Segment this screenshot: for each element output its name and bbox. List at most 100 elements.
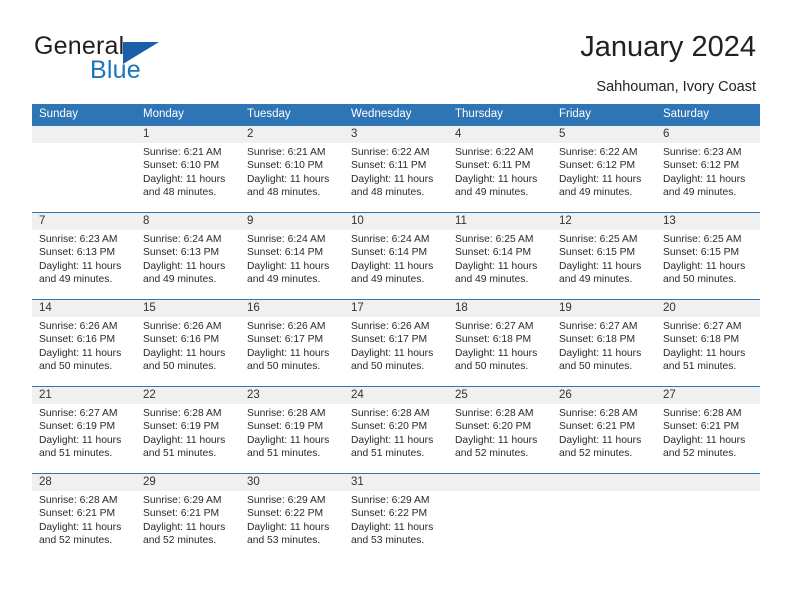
day-cell[interactable] bbox=[552, 491, 656, 553]
daylight-text-line1: Daylight: 11 hours bbox=[143, 173, 226, 185]
weekday-header-sunday: Sunday bbox=[39, 108, 79, 120]
day-cell[interactable]: Sunrise: 6:26 AM Sunset: 6:16 PM Dayligh… bbox=[136, 317, 240, 386]
daylight-text-line1: Daylight: 11 hours bbox=[39, 434, 122, 446]
daylight-text-line1: Daylight: 11 hours bbox=[39, 521, 122, 533]
day-number[interactable]: 4 bbox=[448, 126, 552, 143]
page-subtitle: Sahhouman, Ivory Coast bbox=[596, 79, 756, 95]
day-cell[interactable]: Sunrise: 6:23 AM Sunset: 6:12 PM Dayligh… bbox=[656, 143, 760, 212]
sunset-text: Sunset: 6:21 PM bbox=[143, 508, 220, 520]
day-cell[interactable]: Sunrise: 6:26 AM Sunset: 6:17 PM Dayligh… bbox=[240, 317, 344, 386]
day-number[interactable]: 31 bbox=[344, 474, 448, 491]
day-cell[interactable]: Sunrise: 6:24 AM Sunset: 6:13 PM Dayligh… bbox=[136, 230, 240, 299]
day-number[interactable]: 26 bbox=[552, 387, 656, 404]
daylight-text-line2: and 52 minutes. bbox=[39, 535, 113, 547]
day-number[interactable] bbox=[552, 474, 656, 491]
day-cell[interactable]: Sunrise: 6:22 AM Sunset: 6:11 PM Dayligh… bbox=[344, 143, 448, 212]
day-number[interactable]: 7 bbox=[32, 213, 136, 230]
day-number[interactable]: 13 bbox=[656, 213, 760, 230]
general-blue-logo[interactable]: General Blue bbox=[34, 33, 214, 89]
daylight-text-line1: Daylight: 11 hours bbox=[663, 434, 746, 446]
day-cell[interactable]: Sunrise: 6:27 AM Sunset: 6:18 PM Dayligh… bbox=[656, 317, 760, 386]
day-number[interactable]: 21 bbox=[32, 387, 136, 404]
day-number[interactable]: 10 bbox=[344, 213, 448, 230]
daylight-text-line1: Daylight: 11 hours bbox=[455, 173, 538, 185]
daylight-text-line1: Daylight: 11 hours bbox=[247, 260, 330, 272]
day-number[interactable]: 16 bbox=[240, 300, 344, 317]
day-number[interactable]: 11 bbox=[448, 213, 552, 230]
day-number[interactable]: 17 bbox=[344, 300, 448, 317]
daylight-text-line1: Daylight: 11 hours bbox=[351, 347, 434, 359]
day-number[interactable] bbox=[656, 474, 760, 491]
day-number[interactable]: 25 bbox=[448, 387, 552, 404]
day-cell[interactable]: Sunrise: 6:27 AM Sunset: 6:18 PM Dayligh… bbox=[448, 317, 552, 386]
day-number[interactable]: 9 bbox=[240, 213, 344, 230]
day-number[interactable]: 27 bbox=[656, 387, 760, 404]
day-number[interactable]: 24 bbox=[344, 387, 448, 404]
day-cell[interactable]: Sunrise: 6:25 AM Sunset: 6:15 PM Dayligh… bbox=[552, 230, 656, 299]
sunrise-text: Sunrise: 6:28 AM bbox=[351, 408, 430, 419]
day-cell[interactable]: Sunrise: 6:26 AM Sunset: 6:17 PM Dayligh… bbox=[344, 317, 448, 386]
day-cell[interactable]: Sunrise: 6:23 AM Sunset: 6:13 PM Dayligh… bbox=[32, 230, 136, 299]
day-cell[interactable] bbox=[448, 491, 552, 553]
sunrise-text: Sunrise: 6:29 AM bbox=[143, 495, 222, 506]
day-cell[interactable]: Sunrise: 6:29 AM Sunset: 6:21 PM Dayligh… bbox=[136, 491, 240, 553]
day-cell[interactable]: Sunrise: 6:22 AM Sunset: 6:12 PM Dayligh… bbox=[552, 143, 656, 212]
day-cell[interactable]: Sunrise: 6:28 AM Sunset: 6:21 PM Dayligh… bbox=[32, 491, 136, 553]
day-number[interactable]: 2 bbox=[240, 126, 344, 143]
day-number[interactable]: 5 bbox=[552, 126, 656, 143]
day-number[interactable]: 6 bbox=[656, 126, 760, 143]
day-cell[interactable]: Sunrise: 6:29 AM Sunset: 6:22 PM Dayligh… bbox=[240, 491, 344, 553]
sunset-text: Sunset: 6:19 PM bbox=[39, 421, 116, 433]
daylight-text-line1: Daylight: 11 hours bbox=[39, 347, 122, 359]
day-cell[interactable]: Sunrise: 6:28 AM Sunset: 6:19 PM Dayligh… bbox=[240, 404, 344, 473]
day-cell[interactable] bbox=[656, 491, 760, 553]
day-cell[interactable]: Sunrise: 6:26 AM Sunset: 6:16 PM Dayligh… bbox=[32, 317, 136, 386]
sunset-text: Sunset: 6:13 PM bbox=[143, 247, 220, 259]
day-number[interactable]: 3 bbox=[344, 126, 448, 143]
daylight-text-line2: and 49 minutes. bbox=[663, 187, 737, 199]
sunset-text: Sunset: 6:22 PM bbox=[351, 508, 428, 520]
day-number[interactable]: 12 bbox=[552, 213, 656, 230]
day-cell[interactable]: Sunrise: 6:22 AM Sunset: 6:11 PM Dayligh… bbox=[448, 143, 552, 212]
day-cell[interactable]: Sunrise: 6:21 AM Sunset: 6:10 PM Dayligh… bbox=[240, 143, 344, 212]
daylight-text-line1: Daylight: 11 hours bbox=[559, 173, 642, 185]
day-cell[interactable] bbox=[32, 143, 136, 212]
sunset-text: Sunset: 6:14 PM bbox=[455, 247, 532, 259]
day-number[interactable]: 18 bbox=[448, 300, 552, 317]
sunset-text: Sunset: 6:16 PM bbox=[143, 334, 220, 346]
daylight-text-line2: and 49 minutes. bbox=[455, 187, 529, 199]
day-number[interactable]: 1 bbox=[136, 126, 240, 143]
sunset-text: Sunset: 6:11 PM bbox=[351, 160, 427, 172]
day-number[interactable]: 20 bbox=[656, 300, 760, 317]
day-cell[interactable]: Sunrise: 6:25 AM Sunset: 6:15 PM Dayligh… bbox=[656, 230, 760, 299]
day-cell[interactable]: Sunrise: 6:28 AM Sunset: 6:19 PM Dayligh… bbox=[136, 404, 240, 473]
weekday-header-monday: Monday bbox=[143, 108, 184, 120]
day-cell[interactable]: Sunrise: 6:28 AM Sunset: 6:21 PM Dayligh… bbox=[552, 404, 656, 473]
day-number[interactable] bbox=[448, 474, 552, 491]
day-number[interactable]: 23 bbox=[240, 387, 344, 404]
day-cell[interactable]: Sunrise: 6:29 AM Sunset: 6:22 PM Dayligh… bbox=[344, 491, 448, 553]
day-number[interactable]: 15 bbox=[136, 300, 240, 317]
day-number[interactable]: 19 bbox=[552, 300, 656, 317]
day-cell[interactable]: Sunrise: 6:25 AM Sunset: 6:14 PM Dayligh… bbox=[448, 230, 552, 299]
daylight-text-line1: Daylight: 11 hours bbox=[663, 260, 746, 272]
day-cell[interactable]: Sunrise: 6:28 AM Sunset: 6:21 PM Dayligh… bbox=[656, 404, 760, 473]
day-cell[interactable]: Sunrise: 6:27 AM Sunset: 6:18 PM Dayligh… bbox=[552, 317, 656, 386]
day-number[interactable]: 28 bbox=[32, 474, 136, 491]
day-number[interactable]: 22 bbox=[136, 387, 240, 404]
sunrise-text: Sunrise: 6:29 AM bbox=[247, 495, 326, 506]
day-number[interactable]: 29 bbox=[136, 474, 240, 491]
day-cell[interactable]: Sunrise: 6:24 AM Sunset: 6:14 PM Dayligh… bbox=[344, 230, 448, 299]
day-cell[interactable]: Sunrise: 6:28 AM Sunset: 6:20 PM Dayligh… bbox=[344, 404, 448, 473]
daylight-text-line1: Daylight: 11 hours bbox=[143, 347, 226, 359]
sunrise-text: Sunrise: 6:21 AM bbox=[143, 147, 222, 158]
day-number[interactable] bbox=[32, 126, 136, 143]
day-cell[interactable]: Sunrise: 6:21 AM Sunset: 6:10 PM Dayligh… bbox=[136, 143, 240, 212]
day-cell[interactable]: Sunrise: 6:28 AM Sunset: 6:20 PM Dayligh… bbox=[448, 404, 552, 473]
day-number[interactable]: 30 bbox=[240, 474, 344, 491]
day-number[interactable]: 14 bbox=[32, 300, 136, 317]
day-cell[interactable]: Sunrise: 6:24 AM Sunset: 6:14 PM Dayligh… bbox=[240, 230, 344, 299]
sunset-text: Sunset: 6:18 PM bbox=[559, 334, 636, 346]
day-number[interactable]: 8 bbox=[136, 213, 240, 230]
day-cell[interactable]: Sunrise: 6:27 AM Sunset: 6:19 PM Dayligh… bbox=[32, 404, 136, 473]
